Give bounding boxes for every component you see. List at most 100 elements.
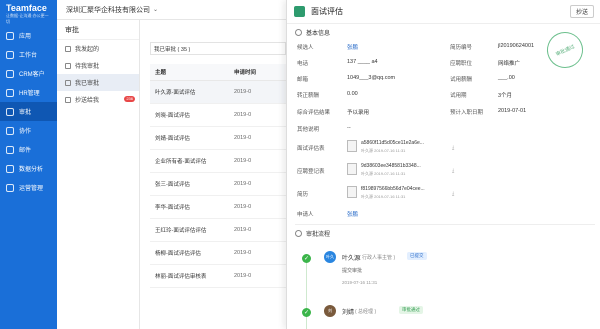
nav-label: HR管理 [19,91,40,97]
field-value-trial-period: 3个月 [498,93,513,99]
detail-title: 面试评估 [311,7,343,16]
sidebar-item-label: 待我审批 [75,64,100,70]
field-label: 邮箱 [297,77,309,83]
field-value-start-date: 2019-07-01 [498,108,527,114]
nav-item-workbench[interactable]: 工作台 [0,45,57,64]
approver-role: ( 总经理 ) [355,309,377,315]
file-name[interactable]: 9d38603ee348581b3348... [361,163,421,169]
file-meta: 叶久源 2019-07-16 11:31 [361,171,406,176]
field-label: 试用薪酬 [450,77,473,83]
file-name[interactable]: a5860f11d5d05ce11e2a6e... [361,140,424,146]
field-value-phone: 137 ____ a4 [347,59,378,65]
row-date: 2019-0 [234,181,252,187]
cc-button[interactable]: 抄送 [569,5,594,18]
status-badge: 已提交 [407,252,427,260]
field-value-applicant[interactable]: 张鹏 [347,210,358,218]
field-value-salary: 0.00 [347,91,358,97]
approver-name: 叶久源 [342,256,361,262]
detail-panel: 面试评估 抄送 审批通过 基本信息 候选人 张鹏 电话 137 ____ a4 … [286,0,600,329]
row-subject: 叶久源-面试评估 [155,90,196,96]
approver-role: ( 行政人事主管 ) [359,255,396,261]
company-selector[interactable]: 深圳汇聚华企科技有限公司 [66,5,150,15]
sidebar-item-pending[interactable]: 待我审批 [57,57,139,74]
section-basic-info: 基本信息 [295,28,330,37]
list-item[interactable]: 刘婧-面试评估 2019-0 [150,127,286,150]
row-subject: 企业所有者-面试评估 [155,159,207,165]
clock-icon [65,62,71,69]
flow-note: 提交审批 [342,268,363,274]
row-date: 2019-0 [234,158,252,164]
nav-label: 审批 [19,110,32,116]
count-badge: 236 [124,96,135,102]
nav-item-mail[interactable]: 邮件 [0,140,57,159]
sidebar-item-label: 我已审批 [75,81,100,87]
nav-item-ops[interactable]: 运营管理 [0,178,57,197]
column-header-date[interactable]: 申请时间 [234,68,256,76]
hr-icon [6,88,14,97]
nav-label: 工作台 [19,53,38,59]
column-header-subject[interactable]: 主题 [150,68,234,76]
crm-icon [6,69,14,78]
list-item[interactable]: 叶久源-面试评估 2019-0 [150,81,286,104]
nav-label: 邮件 [19,148,32,154]
sidebar-item-approved[interactable]: 我已审批 [57,74,139,91]
field-label: 简历 [297,192,309,198]
list-item[interactable]: 企业所有者-面试评估 2019-0 [150,150,286,173]
list-title: 我已审批 ( 35 ) [150,42,286,55]
approval-icon [6,107,14,116]
section-title: 审批流程 [306,232,331,238]
file-name[interactable]: f819897566bb56d7e04cee... [361,186,425,192]
download-icon[interactable]: ⤓ [452,191,454,197]
file-icon [347,140,357,152]
list-header: 主题 申请时间 [150,64,286,81]
list-item[interactable]: 李华-面试评估 2019-0 [150,196,286,219]
desk-icon [6,50,14,59]
row-date: 2019-0 [234,89,252,95]
row-date: 2019-0 [234,227,252,233]
nav-item-crm[interactable]: CRM客户 [0,64,57,83]
download-icon[interactable]: ⤓ [452,168,454,174]
nav-item-hr[interactable]: HR管理 [0,83,57,102]
row-subject: 林丽-面试评估审核表 [155,274,207,280]
approved-stamp: 审批通过 [541,26,589,74]
field-label: 面试评估表 [297,146,325,152]
row-subject: 王红玲-面试评估评估 [155,228,207,234]
nav-item-collab[interactable]: 协作 [0,121,57,140]
field-label: 简历编号 [450,45,473,51]
sidebar-item-cc[interactable]: 抄送给我 236 [57,91,139,108]
list-item[interactable]: 杨柳-面试评估评估 2019-0 [150,242,286,265]
row-subject: 杨柳-面试评估评估 [155,251,201,257]
row-date: 2019-0 [234,135,252,141]
list-item[interactable]: 张三-面试评估 2019-0 [150,173,286,196]
list-item[interactable]: 林丽-面试评估审核表 2019-0 [150,265,286,288]
approval-sidebar: 审批 我发起的 待我审批 我已审批 抄送给我 236 [57,20,140,329]
flow-time: 2019-07-16 11:31 [342,280,378,285]
field-value-resume-no: jl20190624001 [498,43,535,49]
nav-item-apps[interactable]: 应用 [0,26,57,45]
row-date: 2019-0 [234,204,252,210]
sidebar-item-initiated[interactable]: 我发起的 [57,40,139,57]
sidebar-item-label: 我发起的 [75,47,100,53]
download-icon[interactable]: ⤓ [452,145,454,151]
nav-item-analytics[interactable]: 数据分析 [0,159,57,178]
mail-icon [6,145,14,154]
timeline-line [306,256,307,329]
sidebar-item-label: 抄送给我 [75,98,100,104]
field-label: 综合评估结果 [297,110,331,116]
field-value-position: 网络推广 [498,61,521,67]
field-value-trial-salary: ___.00 [498,75,515,81]
grid-icon [6,31,14,40]
minus-circle-icon [295,29,302,36]
row-date: 2019-0 [234,273,252,279]
brand: Teamface 让数据·让沟通·办公更一切 [0,0,57,26]
status-badge: 审批通过 [399,306,423,314]
field-value-candidate[interactable]: 张鹏 [347,43,358,51]
section-title: 基本信息 [306,31,331,37]
file-icon [347,186,357,198]
nav-item-approval[interactable]: 审批 [0,102,57,121]
list-item[interactable]: 王红玲-面试评估评估 2019-0 [150,219,286,242]
field-label: 应聘职位 [450,61,473,67]
list-item[interactable]: 刘晓-面试评估 2019-0 [150,104,286,127]
chevron-down-icon[interactable]: ⌄ [153,6,158,13]
nav-label: 运营管理 [19,186,44,192]
